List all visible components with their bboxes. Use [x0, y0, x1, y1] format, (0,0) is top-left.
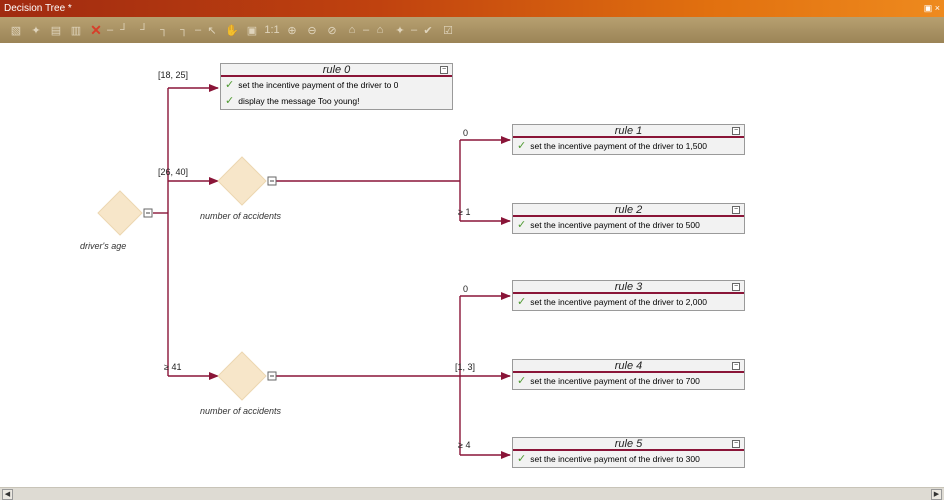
edge-label-acc1-0: 0 [463, 128, 469, 138]
diagram-canvas[interactable]: driver's age number of accidents number … [0, 43, 944, 487]
collapse-icon[interactable]: − [440, 66, 448, 74]
accidents-node-2[interactable] [217, 351, 267, 401]
rule-title: rule 4− [513, 360, 744, 373]
horizontal-scrollbar[interactable]: ◀ ▶ [0, 487, 944, 500]
check-icon: ✓ [225, 95, 235, 107]
rule-title: rule 0− [221, 64, 452, 77]
rule-action[interactable]: ✓ set the incentive payment of the driver… [513, 138, 744, 154]
window-controls[interactable]: ▣ × [924, 0, 940, 17]
rule-2-box[interactable]: rule 2− ✓ set the incentive payment of th… [512, 203, 745, 234]
rule-action[interactable]: ✓ set the incentive payment of the driver… [513, 373, 744, 389]
rule-3-box[interactable]: rule 3− ✓ set the incentive payment of th… [512, 280, 745, 311]
rule-action[interactable]: ✓ set the incentive payment of the driver… [513, 294, 744, 310]
edge-label-ge41: ≥ 41 [164, 362, 182, 372]
rule-4-box[interactable]: rule 4− ✓ set the incentive payment of th… [512, 359, 745, 390]
scroll-right-icon[interactable]: ▶ [931, 489, 942, 500]
drivers-age-node[interactable] [97, 190, 143, 236]
delete-icon[interactable]: ✕ [88, 22, 104, 38]
collapse-icon[interactable]: − [732, 283, 740, 291]
home-icon[interactable]: ⌂ [372, 22, 388, 38]
toolbar-separator: – [362, 24, 370, 36]
new-node-icon[interactable]: ▧ [8, 22, 24, 38]
toolbar-separator: – [106, 24, 114, 36]
pan-hand-icon[interactable]: ✋ [224, 22, 240, 38]
check-icon: ✓ [517, 375, 527, 387]
scroll-left-icon[interactable]: ◀ [2, 489, 13, 500]
edge-label-acc2-0: 0 [463, 284, 469, 294]
accidents-label-1: number of accidents [200, 211, 282, 221]
add-action-icon[interactable]: ▥ [68, 22, 84, 38]
check-icon: ✓ [517, 140, 527, 152]
rule-title: rule 1− [513, 125, 744, 138]
check-icon[interactable]: ✔ [420, 22, 436, 38]
check-icon: ✓ [517, 453, 527, 465]
rule-action[interactable]: ✓ set the incentive payment of the driver… [513, 451, 744, 467]
rule-action[interactable]: ✓ set the incentive payment of the driver… [221, 77, 452, 93]
align-top-icon[interactable]: ┐ [156, 22, 172, 38]
rule-title: rule 2− [513, 204, 744, 217]
actual-size-icon[interactable]: 1:1 [264, 22, 280, 38]
layout-icon[interactable]: ⌂ [344, 22, 360, 38]
window-titlebar: Decision Tree * ▣ × [0, 0, 944, 17]
check-icon: ✓ [517, 219, 527, 231]
rule-1-box[interactable]: rule 1− ✓ set the incentive payment of th… [512, 124, 745, 155]
checklist-icon[interactable]: ☑ [440, 22, 456, 38]
edge-label-acc2-1-3: [1, 3] [455, 362, 476, 372]
accidents-node-1[interactable] [217, 156, 267, 206]
collapse-icon[interactable]: − [732, 440, 740, 448]
check-icon: ✓ [225, 79, 235, 91]
collapse-icon[interactable]: − [732, 362, 740, 370]
drivers-age-label: driver's age [80, 241, 127, 251]
edge-label-26-40: [26, 40] [158, 167, 189, 177]
fit-to-window-icon[interactable]: ▣ [244, 22, 260, 38]
rule-action[interactable]: ✓ set the incentive payment of the driver… [513, 217, 744, 233]
zoom-region-icon[interactable]: ⊘ [324, 22, 340, 38]
rule-5-box[interactable]: rule 5− ✓ set the incentive payment of th… [512, 437, 745, 468]
zoom-out-icon[interactable]: ⊖ [304, 22, 320, 38]
toolbar-separator: – [410, 24, 418, 36]
align-right-icon[interactable]: ┘ [136, 22, 152, 38]
align-bottom-icon[interactable]: ┐ [176, 22, 192, 38]
settings-icon[interactable]: ✦ [392, 22, 408, 38]
zoom-in-icon[interactable]: ⊕ [284, 22, 300, 38]
rule-action[interactable]: ✓ display the message Too young! [221, 93, 452, 109]
collapse-icon[interactable]: − [732, 206, 740, 214]
add-condition-icon[interactable]: ▤ [48, 22, 64, 38]
rule-0-box[interactable]: rule 0− ✓ set the incentive payment of th… [220, 63, 453, 110]
rule-title: rule 5− [513, 438, 744, 451]
edge-label-acc2-ge4: ≥ 4 [458, 440, 471, 450]
select-pointer-icon[interactable]: ↖ [204, 22, 220, 38]
toolbar: ▧ ✦ ▤ ▥ ✕ – ┘ ┘ ┐ ┐ – ↖ ✋ ▣ 1:1 ⊕ ⊖ ⊘ ⌂ … [0, 17, 944, 43]
rule-title: rule 3− [513, 281, 744, 294]
edge-label-18-25: [18, 25] [158, 70, 189, 80]
add-branch-icon[interactable]: ✦ [28, 22, 44, 38]
window-title: Decision Tree * [4, 3, 72, 14]
toolbar-separator: – [194, 24, 202, 36]
tree-wires [97, 84, 511, 459]
accidents-label-2: number of accidents [200, 406, 282, 416]
collapse-icon[interactable]: − [732, 127, 740, 135]
edge-label-acc1-ge1: ≥ 1 [458, 207, 471, 217]
check-icon: ✓ [517, 296, 527, 308]
align-left-icon[interactable]: ┘ [116, 22, 132, 38]
